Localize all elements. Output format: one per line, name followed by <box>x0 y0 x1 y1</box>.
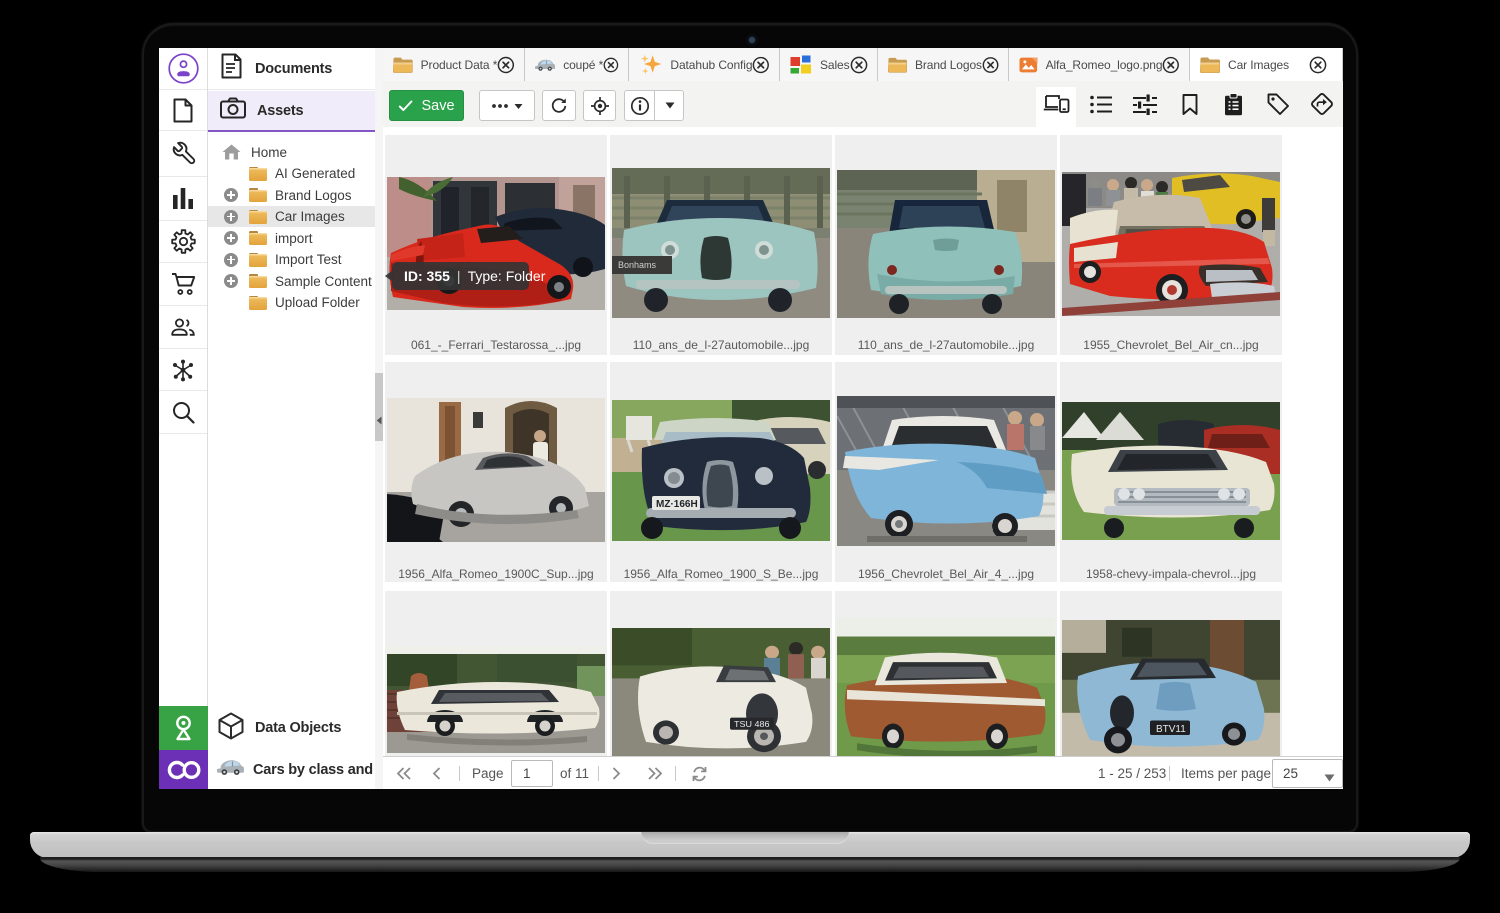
svg-text:MZ·166H: MZ·166H <box>656 499 698 510</box>
svg-text:TSU 486: TSU 486 <box>734 719 770 729</box>
svg-text:BTV11: BTV11 <box>1156 724 1186 735</box>
svg-text:Bonhams: Bonhams <box>618 260 657 270</box>
